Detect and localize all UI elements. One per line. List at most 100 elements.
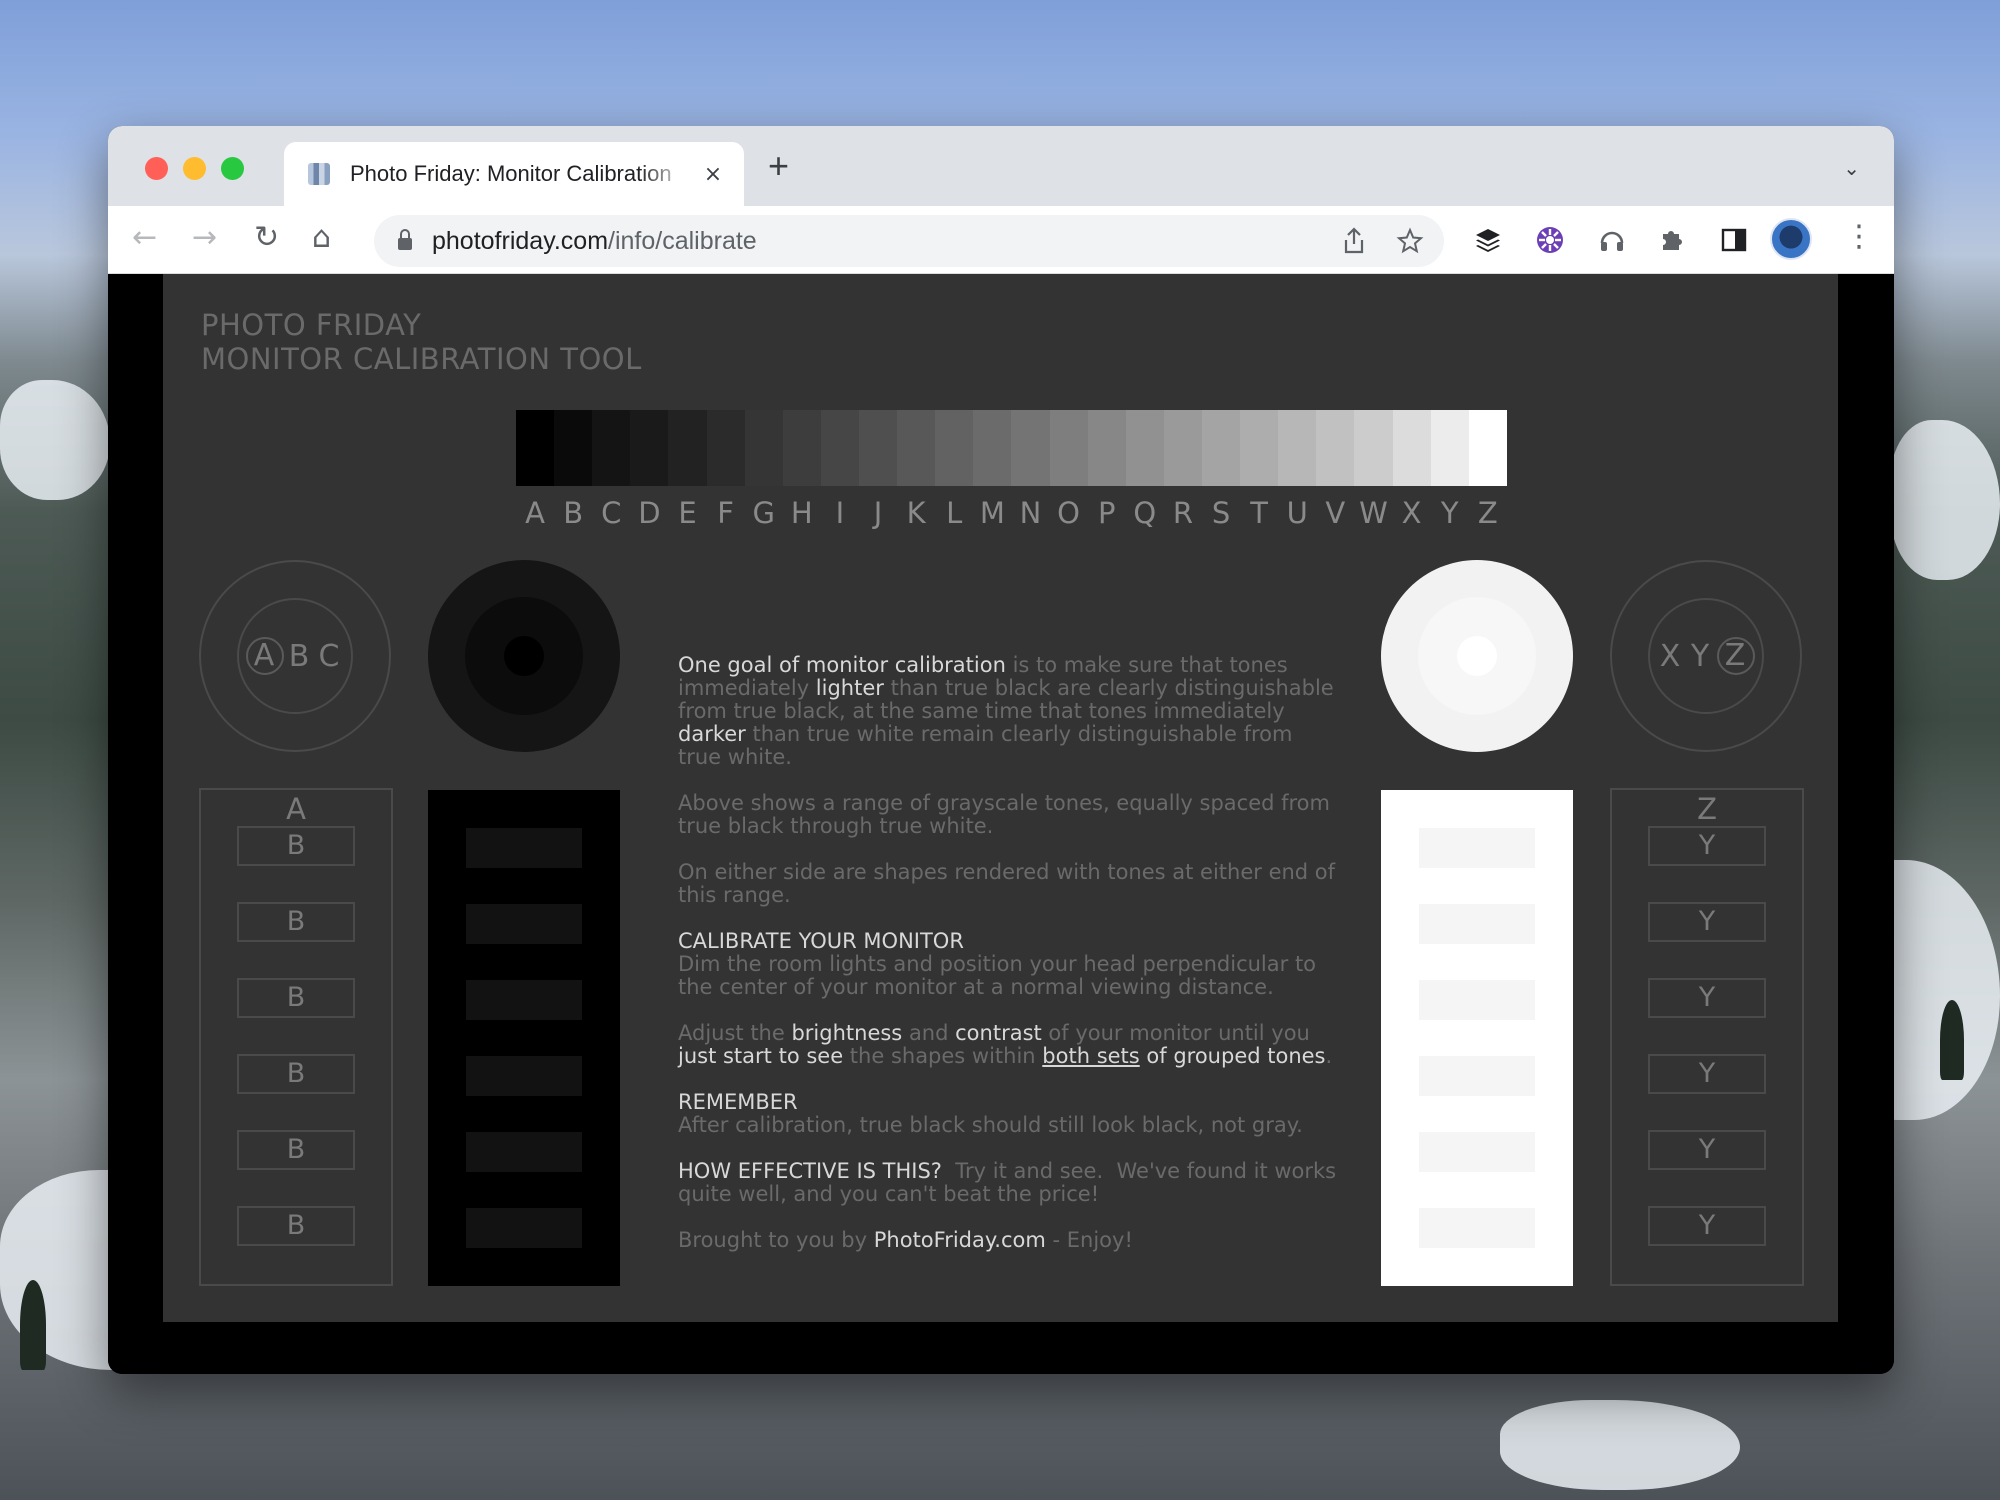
grayscale-letter: E [678,496,697,530]
right-box-item: Y [1648,1130,1766,1170]
ring-letter-c: C [318,638,342,674]
light-tone-rect [1419,980,1535,1020]
dark-tone-rect [466,828,582,868]
grayscale-swatch [1125,410,1164,486]
grayscale-swatch [858,410,898,486]
adjust-paragraph: Adjust the brightness and contrast of yo… [678,1022,1338,1068]
star-icon[interactable] [1396,227,1424,260]
dark-circle-target [428,560,620,752]
grayscale-swatch [782,410,821,486]
left-letter-box: A B B B B B B [199,788,393,1286]
right-box-item: Y [1648,902,1766,942]
both-sets-link[interactable]: both sets [1042,1044,1139,1068]
ring-letter-y: Y [1690,638,1712,674]
page-viewport: PHOTO FRIDAY MONITOR CALIBRATION TOOL AB… [108,274,1894,1374]
shapes-paragraph: On either side are shapes rendered with … [678,860,1336,907]
dark-target-core [504,636,544,676]
background-tree [20,1280,46,1370]
grayscale-strip [516,410,1507,486]
grayscale-letter: Y [1440,496,1459,530]
dark-tone-rect [466,980,582,1020]
site-favicon-icon [308,163,330,185]
headphones-extension-icon[interactable] [1594,222,1630,258]
emphasis-text: just start to see [678,1044,844,1068]
grayscale-swatch [973,410,1012,486]
right-ring-target: X Y Z [1610,560,1802,752]
share-icon[interactable] [1342,227,1366,260]
background-snow [1890,420,2000,580]
grayscale-swatch [706,410,745,486]
intro-paragraph: One goal of monitor calibration is to ma… [678,654,1338,769]
calibration-instructions: One goal of monitor calibration is to ma… [678,654,1338,1275]
grayscale-letter: Z [1477,496,1498,530]
page-title: PHOTO FRIDAY MONITOR CALIBRATION TOOL [201,308,642,376]
grayscale-letter: A [525,496,545,530]
grayscale-swatch [1240,410,1279,486]
body-text: - Enjoy! [1045,1228,1133,1252]
grayscale-swatch [1201,410,1241,486]
body-text: . [1325,1044,1333,1068]
light-tone-rect [1419,1132,1535,1172]
left-box-item: B [237,1054,355,1094]
page-title-line1: PHOTO FRIDAY [201,308,422,342]
new-tab-button[interactable]: + [768,148,789,184]
photofriday-link[interactable]: PhotoFriday.com [874,1228,1046,1252]
remember-paragraph: REMEMBER After calibration, true black s… [678,1091,1338,1137]
credit-paragraph: Brought to you by PhotoFriday.com - Enjo… [678,1229,1338,1252]
right-box-item: Y [1648,978,1766,1018]
grayscale-swatch [668,410,707,486]
url-domain: photofriday.com [432,226,609,255]
right-box-head: Z [1697,792,1717,826]
grayscale-letter: X [1401,496,1422,530]
profile-avatar[interactable] [1770,218,1812,260]
grayscale-swatch [1049,410,1088,486]
side-panel-icon[interactable] [1716,222,1752,258]
buffer-extension-icon[interactable] [1470,222,1506,258]
grayscale-letter: N [1019,496,1042,530]
emphasis-text: contrast [955,1021,1042,1045]
grayscale-letter: T [1250,496,1268,530]
grayscale-letter: R [1172,496,1193,530]
close-window-button[interactable] [145,157,168,180]
emphasis-text: One goal of monitor calibration [678,653,1006,677]
zoom-window-button[interactable] [221,157,244,180]
ring-letter-b: B [288,638,312,674]
grayscale-swatch [744,410,783,486]
body-text: Brought to you by [678,1228,874,1252]
home-icon[interactable]: ⌂ [312,223,331,253]
grayscale-swatch [1087,410,1126,486]
effective-paragraph: HOW EFFECTIVE IS THIS? Try it and see. W… [678,1160,1338,1206]
minimize-window-button[interactable] [183,157,206,180]
grayscale-letter: O [1057,496,1080,530]
dark-tone-box [428,790,620,1286]
grayscale-swatch [897,410,936,486]
back-arrow-icon[interactable]: ← [132,223,157,253]
browser-window: Photo Friday: Monitor Calibration × + ⌄ … [108,126,1894,1374]
grayscale-swatch [1316,410,1355,486]
active-tab[interactable]: Photo Friday: Monitor Calibration × [284,142,744,206]
address-bar[interactable]: photofriday.com/info/calibrate [374,215,1444,267]
grayscale-swatch [592,410,631,486]
grayscale-letter: H [790,496,813,530]
lock-icon[interactable] [398,229,412,250]
flower-extension-icon[interactable] [1532,222,1568,258]
background-snow [1500,1400,1740,1490]
left-box-item: B [237,978,355,1018]
grayscale-letter: W [1359,496,1388,530]
tab-search-chevron-icon[interactable]: ⌄ [1843,156,1860,180]
tab-close-icon[interactable]: × [698,162,728,187]
grayscale-swatch [935,410,974,486]
grayscale-letter: D [638,496,661,530]
range-paragraph: Above shows a range of grayscale tones, … [678,791,1330,838]
grayscale-letter: K [906,496,926,530]
emphasis-text: brightness [791,1021,903,1045]
kebab-menu-icon[interactable]: ⋮ [1844,222,1874,252]
light-tone-box [1381,790,1573,1286]
ring-letter-a: A [246,637,284,675]
body-text: than true white remain clearly distingui… [678,722,1293,769]
forward-arrow-icon[interactable]: → [192,223,217,253]
puzzle-extensions-icon[interactable] [1654,222,1690,258]
reload-icon[interactable]: ↻ [254,223,279,253]
grayscale-letter: U [1286,496,1308,530]
grayscale-swatch [516,410,555,486]
